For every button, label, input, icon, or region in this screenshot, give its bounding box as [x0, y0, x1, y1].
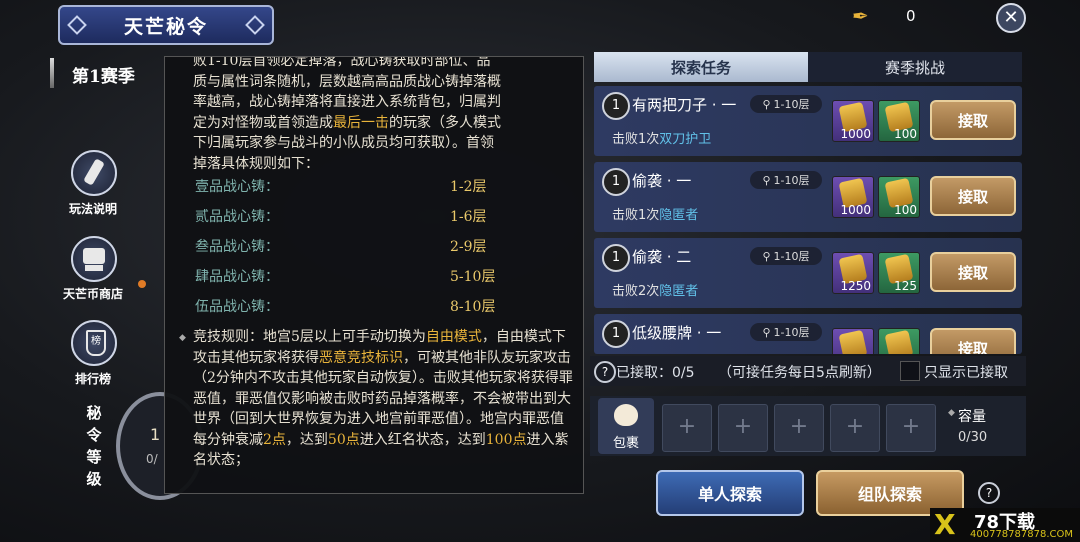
rarity-floors: 1-6层: [450, 209, 487, 225]
quest-card[interactable]: 1 有两把刀子 · 一 ⚲ 1-10层击败1次双刀护卫 1000 100 接取: [594, 86, 1022, 156]
rarity-name: 肆品战心铸：: [195, 269, 279, 285]
quest-number: 1: [602, 244, 630, 272]
bag-slot-empty[interactable]: +: [830, 404, 880, 452]
rank-level-label: 秘令等级: [86, 404, 102, 488]
floor-badge: ⚲ 1-10层: [750, 323, 822, 341]
accept-status-bar: ? 已接取：0/5 （可接任务每日5点刷新） 只显示已接取: [590, 356, 1026, 386]
reward-coin-item[interactable]: 100: [878, 100, 920, 142]
ornament-diamond-icon: [67, 15, 87, 35]
tab-season-challenge[interactable]: 赛季挑战: [808, 52, 1022, 82]
gold-feather-icon: [838, 329, 868, 354]
rank-badge-icon: 榜: [71, 320, 117, 366]
rarity-name: 贰品战心铸：: [195, 209, 279, 225]
only-accepted-label: 只显示已接取: [924, 365, 1008, 381]
refresh-note: （可接任务每日5点刷新）: [718, 365, 881, 381]
bag-icon: [614, 404, 638, 426]
season-label: 第1赛季: [72, 67, 135, 87]
menu-item-rules[interactable]: [71, 150, 117, 196]
quest-number: 1: [602, 320, 630, 348]
accept-button[interactable]: 接取: [930, 252, 1016, 292]
capacity-bullet-icon: ◆: [948, 408, 955, 418]
rules-tooltip: 败1-10层首领必定掉落，战心铸获取时部位、品 质与属性词条随机，层数越高高品质…: [164, 56, 584, 494]
reward-exp-item[interactable]: 1000: [832, 100, 874, 142]
tab-explore-tasks[interactable]: 探索任务: [594, 52, 808, 82]
quest-title: 有两把刀子 · 一: [632, 96, 737, 114]
reward-coin-item[interactable]: 125: [878, 252, 920, 294]
capacity-value: 0/30: [958, 430, 988, 445]
rarity-name: 伍品战心铸：: [195, 299, 279, 315]
bag-slot-empty[interactable]: +: [886, 404, 936, 452]
tooltip-pvp-rules: 竞技规则：地宫5层以上可手动切换为自由模式，自由模式下攻击其他玩家将获得恶意竞技…: [193, 329, 573, 468]
floor-badge: ⚲ 1-10层: [750, 247, 822, 265]
sword-icon: [50, 58, 54, 88]
page-title: 天芒秘令: [58, 5, 274, 45]
reward-exp-item[interactable]: 1000: [832, 176, 874, 218]
help-icon[interactable]: ?: [978, 482, 1000, 504]
capacity-label: 容量: [958, 409, 986, 425]
quest-title: 偷袭 · 一: [632, 172, 692, 190]
rarity-floors: 2-9层: [450, 239, 487, 255]
menu-item-shop[interactable]: [71, 236, 117, 282]
feather-quill-plus-icon[interactable]: ✒: [852, 4, 874, 28]
quest-desc: 击败1次双刀护卫: [612, 132, 712, 147]
menu-label-shop: 天芒币商店: [62, 287, 123, 301]
bag-label: 包裹: [612, 436, 639, 451]
rarity-name: 叁品战心铸：: [195, 239, 279, 255]
accept-button[interactable]: 接取: [930, 328, 1016, 354]
accepted-count: 已接取：0/5: [616, 365, 695, 381]
level-progress: 0/: [146, 452, 158, 466]
menu-label-rules: 玩法说明: [68, 202, 117, 216]
menu-item-ranking[interactable]: 榜: [71, 320, 117, 366]
rarity-floors: 5-10层: [450, 269, 496, 285]
reward-coin-item[interactable]: 100: [878, 176, 920, 218]
menu-label-ranking: 排行榜: [74, 372, 111, 386]
watermark-logo: X 78下载 400778787878.COM: [930, 508, 1080, 542]
quest-desc: 击败2次隐匿者: [612, 284, 699, 299]
shop-merchant-icon: [71, 236, 117, 282]
tab-bar: 探索任务 赛季挑战: [594, 52, 1024, 82]
level-value: 1: [150, 425, 161, 444]
tooltip-drop-rules: 败1-10层首领必定掉落，战心铸获取时部位、品 质与属性词条随机，层数越高高品质…: [193, 56, 501, 172]
accept-button[interactable]: 接取: [930, 100, 1016, 140]
floor-badge: ⚲ 1-10层: [750, 95, 822, 113]
bullet-icon: ◆: [179, 333, 186, 343]
pin-icon: ⚲: [762, 249, 771, 263]
notification-dot: [138, 280, 146, 288]
rarity-floors: 1-2层: [450, 179, 487, 195]
floor-badge: ⚲ 1-10层: [750, 171, 822, 189]
reward-exp-item[interactable]: [832, 328, 874, 354]
reward-coin-item[interactable]: [878, 328, 920, 354]
close-x-icon: ✕: [1003, 7, 1019, 28]
bag-slot-empty[interactable]: +: [774, 404, 824, 452]
quest-target: 隐匿者: [659, 284, 699, 299]
rarity-name: 壹品战心铸：: [195, 179, 279, 195]
quest-number: 1: [602, 168, 630, 196]
reward-exp-item[interactable]: 1250: [832, 252, 874, 294]
help-icon[interactable]: ?: [594, 361, 616, 383]
bag-slot-empty[interactable]: +: [662, 404, 712, 452]
solo-explore-button[interactable]: 单人探索: [656, 470, 804, 516]
quest-number: 1: [602, 92, 630, 120]
pin-icon: ⚲: [762, 97, 771, 111]
accept-button[interactable]: 接取: [930, 176, 1016, 216]
bag-button[interactable]: 包裹: [598, 398, 654, 454]
pin-icon: ⚲: [762, 173, 771, 187]
quest-target: 双刀护卫: [659, 132, 712, 147]
quest-card[interactable]: 1 偷袭 · 一 ⚲ 1-10层击败1次隐匿者 1000 100 接取: [594, 162, 1022, 232]
quest-card[interactable]: 1 低级腰牌 · 一 ⚲ 1-10层 接取: [594, 314, 1022, 354]
pin-icon: ⚲: [762, 325, 771, 339]
bag-slot-empty[interactable]: +: [718, 404, 768, 452]
only-accepted-checkbox[interactable]: [900, 361, 920, 381]
quest-card[interactable]: 1 偷袭 · 二 ⚲ 1-10层击败2次隐匿者 1250 125 接取: [594, 238, 1022, 308]
quest-desc: 击败1次隐匿者: [612, 208, 699, 223]
ornament-diamond-icon: [245, 15, 265, 35]
close-button[interactable]: ✕: [996, 3, 1026, 33]
rarity-floors: 8-10层: [450, 299, 496, 315]
quest-title: 低级腰牌 · 一: [632, 324, 722, 342]
scroll-icon: [71, 150, 117, 196]
gold-token-icon: [884, 329, 914, 354]
quest-target: 隐匿者: [659, 208, 699, 223]
currency-value: 0: [906, 7, 916, 25]
quest-title: 偷袭 · 二: [632, 248, 692, 266]
